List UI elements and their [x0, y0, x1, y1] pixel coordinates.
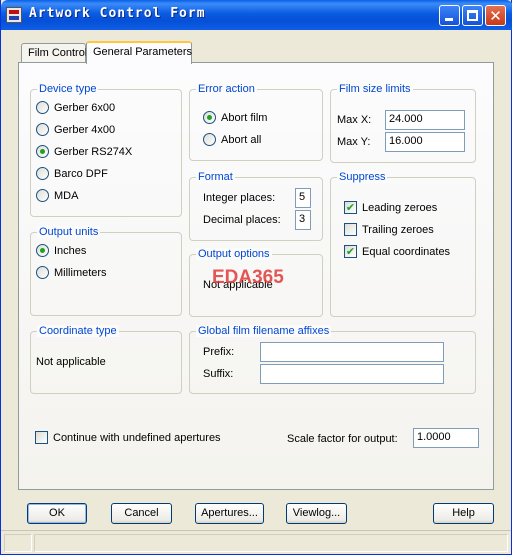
max-x-input[interactable]: 24.000	[385, 110, 465, 130]
tab-general-parameters-label: General Parameters	[93, 46, 193, 58]
artwork-control-window: Artwork Control Form ✕ Film Control Gene…	[0, 0, 512, 555]
suppress-group: Suppress ✔ Leading zeroes Trailing zeroe…	[330, 171, 476, 317]
scale-factor-input[interactable]: 1.0000	[413, 428, 479, 448]
radio-icon	[36, 101, 49, 114]
checkbox-icon	[35, 431, 48, 444]
suppress-option-label: Equal coordinates	[362, 245, 451, 258]
help-button[interactable]: Help	[433, 503, 494, 524]
device-option-label: Gerber RS274X	[54, 145, 133, 158]
output-units-group: Output units Inches Millimeters	[30, 226, 182, 316]
device-option-gerber-6x00[interactable]: Gerber 6x00	[36, 101, 115, 114]
output-options-group: Output options Not applicable EDA365	[189, 248, 323, 317]
prefix-label: Prefix:	[203, 346, 235, 358]
error-option-abort-film[interactable]: Abort film	[203, 111, 267, 124]
suppress-leading-zeroes[interactable]: ✔ Leading zeroes	[344, 201, 437, 214]
integer-places-label: Integer places:	[203, 192, 276, 204]
device-option-gerber-4x00[interactable]: Gerber 4x00	[36, 123, 115, 136]
coordinate-type-label: Coordinate type	[37, 325, 119, 337]
radio-selected-icon	[36, 244, 49, 257]
checkbox-icon	[344, 223, 357, 236]
units-option-inches[interactable]: Inches	[36, 244, 86, 257]
filename-affixes-label: Global film filename affixes	[196, 325, 332, 337]
output-options-label: Output options	[196, 248, 272, 260]
device-option-label: Barco DPF	[54, 167, 108, 180]
radio-selected-icon	[36, 145, 49, 158]
ok-button[interactable]: OK	[27, 503, 87, 524]
viewlog-button[interactable]: Viewlog...	[286, 503, 347, 524]
format-group: Format Integer places: 5 Decimal places:…	[189, 171, 323, 241]
tab-film-control[interactable]: Film Control	[21, 43, 88, 63]
maximize-button[interactable]	[462, 5, 483, 26]
continue-undefined-apertures-label: Continue with undefined apertures	[53, 431, 221, 444]
close-button[interactable]: ✕	[485, 5, 506, 26]
prefix-input[interactable]	[260, 342, 444, 362]
device-type-label: Device type	[37, 83, 99, 95]
continue-undefined-apertures-checkbox[interactable]: Continue with undefined apertures	[35, 431, 221, 444]
app-icon	[6, 7, 22, 23]
error-action-group: Error action Abort film Abort all	[189, 83, 323, 161]
error-action-label: Error action	[196, 83, 257, 95]
film-size-limits-group: Film size limits Max X: 24.000 Max Y: 16…	[330, 83, 476, 163]
device-option-label: Gerber 4x00	[54, 123, 116, 136]
units-option-millimeters[interactable]: Millimeters	[36, 266, 107, 279]
radio-icon	[36, 123, 49, 136]
units-option-label: Inches	[54, 244, 87, 257]
watermark-text: EDA365	[212, 267, 284, 288]
cancel-button[interactable]: Cancel	[111, 503, 172, 524]
minimize-button[interactable]	[439, 5, 460, 26]
device-option-gerber-rs274x[interactable]: Gerber RS274X	[36, 145, 132, 158]
radio-icon	[36, 167, 49, 180]
status-cell	[4, 534, 32, 552]
status-bar	[1, 530, 511, 554]
device-type-group: Device type Gerber 6x00 Gerber 4x00 Gerb…	[30, 83, 182, 217]
error-option-label: Abort film	[221, 111, 268, 124]
apertures-button[interactable]: Apertures...	[195, 503, 264, 524]
minimize-icon	[445, 18, 453, 21]
max-y-label: Max Y:	[337, 136, 371, 148]
suppress-label: Suppress	[337, 171, 388, 183]
device-option-label: Gerber 6x00	[54, 101, 116, 114]
suppress-option-label: Leading zeroes	[362, 201, 438, 214]
scale-factor-label: Scale factor for output:	[287, 433, 398, 445]
coordinate-type-value: Not applicable	[36, 356, 106, 368]
format-label: Format	[196, 171, 235, 183]
checkbox-checked-icon: ✔	[344, 201, 357, 214]
tab-film-control-label: Film Control	[28, 47, 88, 59]
radio-icon	[203, 133, 216, 146]
film-size-limits-label: Film size limits	[337, 83, 413, 95]
radio-icon	[36, 189, 49, 202]
suppress-equal-coordinates[interactable]: ✔ Equal coordinates	[344, 245, 450, 258]
suffix-label: Suffix:	[203, 368, 234, 380]
units-option-label: Millimeters	[54, 266, 107, 279]
window-title: Artwork Control Form	[29, 6, 206, 21]
error-option-abort-all[interactable]: Abort all	[203, 133, 261, 146]
radio-icon	[36, 266, 49, 279]
decimal-places-input[interactable]: 3	[295, 210, 311, 230]
general-parameters-panel: Device type Gerber 6x00 Gerber 4x00 Gerb…	[18, 62, 494, 490]
radio-selected-icon	[203, 111, 216, 124]
maximize-icon	[467, 10, 478, 21]
filename-affixes-group: Global film filename affixes Prefix: Suf…	[189, 325, 476, 394]
suppress-option-label: Trailing zeroes	[362, 223, 434, 236]
close-icon: ✕	[489, 7, 502, 25]
integer-places-input[interactable]: 5	[295, 188, 311, 208]
tab-general-parameters[interactable]: General Parameters	[86, 41, 192, 64]
decimal-places-label: Decimal places:	[203, 214, 281, 226]
title-bar[interactable]: Artwork Control Form ✕	[1, 0, 512, 30]
device-option-barco-dpf[interactable]: Barco DPF	[36, 167, 108, 180]
coordinate-type-group: Coordinate type Not applicable	[30, 325, 182, 394]
status-cell	[34, 534, 508, 552]
suffix-input[interactable]	[260, 364, 444, 384]
checkbox-checked-icon: ✔	[344, 245, 357, 258]
device-option-label: MDA	[54, 189, 79, 202]
device-option-mda[interactable]: MDA	[36, 189, 78, 202]
max-x-label: Max X:	[337, 114, 372, 126]
suppress-trailing-zeroes[interactable]: Trailing zeroes	[344, 223, 434, 236]
max-y-input[interactable]: 16.000	[385, 132, 465, 152]
output-units-label: Output units	[37, 226, 101, 238]
error-option-label: Abort all	[221, 133, 262, 146]
